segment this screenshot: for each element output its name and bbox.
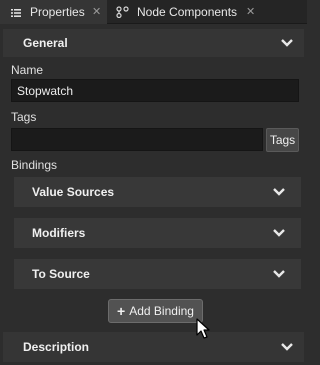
value-sources-header[interactable]: Value Sources xyxy=(14,177,301,207)
chevron-down-icon xyxy=(273,188,285,196)
close-icon[interactable]: ✕ xyxy=(246,5,255,18)
list-icon xyxy=(11,7,21,17)
chevron-down-icon xyxy=(273,270,285,278)
bindings-label: Bindings xyxy=(11,158,58,172)
section-title: Description xyxy=(23,340,90,354)
name-value: Stopwatch xyxy=(17,83,74,98)
section-title: General xyxy=(23,36,68,50)
add-binding-button[interactable]: + Add Binding xyxy=(108,299,203,323)
tab-bar: Properties ✕ Node Components ✕ xyxy=(0,0,307,24)
add-binding-label: Add Binding xyxy=(129,304,194,318)
modifiers-header[interactable]: Modifiers xyxy=(14,218,301,248)
node-components-icon xyxy=(116,6,129,19)
plus-icon: + xyxy=(117,303,126,319)
tags-label: Tags xyxy=(11,110,37,124)
tab-node-components[interactable]: Node Components ✕ xyxy=(108,0,268,24)
tab-label: Properties xyxy=(30,5,85,19)
chevron-down-icon xyxy=(273,229,285,237)
chevron-down-icon xyxy=(281,343,293,351)
tags-field[interactable] xyxy=(11,128,263,151)
tab-label: Node Components xyxy=(137,5,238,19)
tags-button[interactable]: Tags xyxy=(266,128,299,152)
mouse-cursor-icon xyxy=(196,318,210,339)
general-section-header[interactable]: General xyxy=(3,29,304,57)
name-field[interactable]: Stopwatch xyxy=(11,79,299,102)
close-icon[interactable]: ✕ xyxy=(92,5,101,18)
tab-properties[interactable]: Properties ✕ xyxy=(0,0,107,24)
chevron-down-icon xyxy=(281,39,293,47)
binding-title: Modifiers xyxy=(32,226,86,240)
name-label: Name xyxy=(11,63,44,77)
description-section-header[interactable]: Description xyxy=(3,332,304,362)
binding-title: Value Sources xyxy=(32,185,115,199)
to-source-header[interactable]: To Source xyxy=(14,259,301,289)
binding-title: To Source xyxy=(32,267,90,281)
